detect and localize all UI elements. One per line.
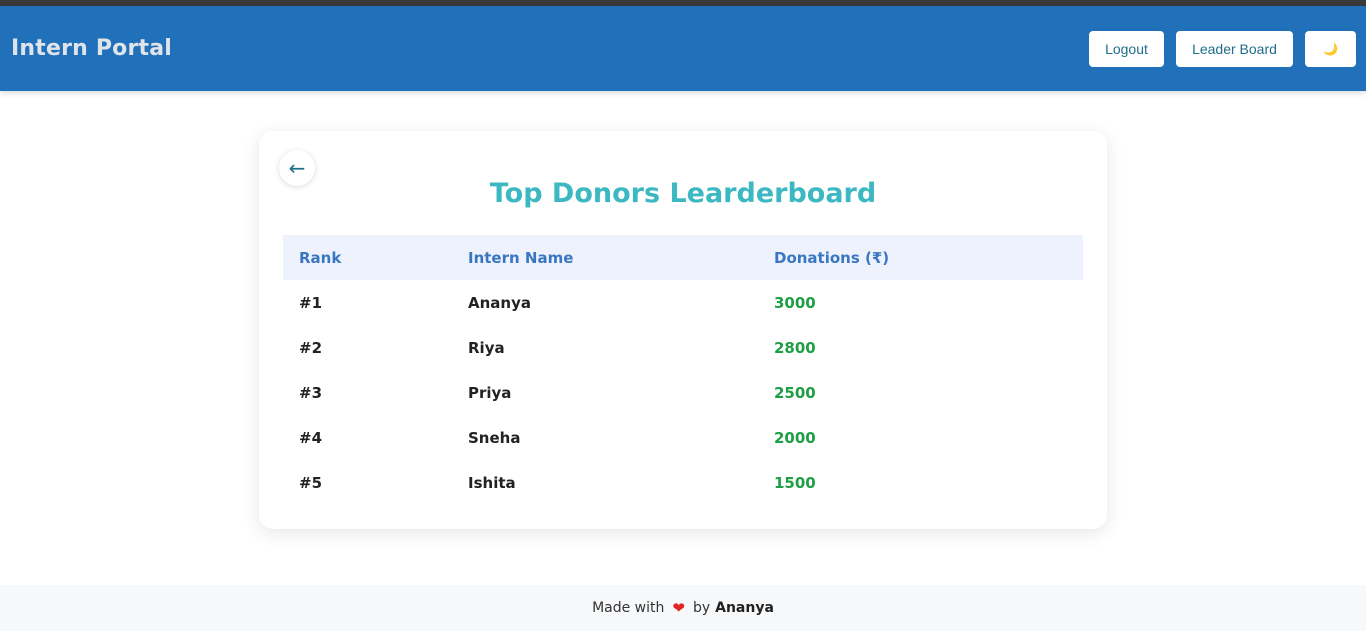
leaderboard-button[interactable]: Leader Board bbox=[1176, 31, 1293, 67]
theme-toggle-button[interactable]: 🌙 bbox=[1305, 31, 1356, 67]
page-title: Top Donors Learderboard bbox=[489, 178, 877, 209]
donation-cell: 1500 bbox=[774, 474, 816, 492]
leaderboard-card: ← Top Donors Learderboard Rank Intern Na… bbox=[259, 131, 1107, 529]
footer-by: by bbox=[692, 600, 711, 616]
table-row: #3 Priya 2500 bbox=[283, 370, 1083, 415]
table-row: #5 Ishita 1500 bbox=[283, 460, 1083, 505]
name-cell: Riya bbox=[468, 339, 505, 357]
donation-cell: 2500 bbox=[774, 384, 816, 402]
donation-cell: 2000 bbox=[774, 429, 816, 447]
column-header-donations: Donations (₹) bbox=[774, 249, 890, 267]
name-cell: Ananya bbox=[468, 294, 531, 312]
column-header-name: Intern Name bbox=[468, 249, 574, 267]
arrow-left-icon: ← bbox=[288, 156, 306, 180]
name-cell: Priya bbox=[468, 384, 512, 402]
name-cell: Ishita bbox=[468, 474, 516, 492]
table-row: #2 Riya 2800 bbox=[283, 325, 1083, 370]
logout-button[interactable]: Logout bbox=[1089, 31, 1164, 67]
column-header-rank: Rank bbox=[299, 249, 342, 267]
rank-cell: #4 bbox=[299, 429, 323, 447]
table-row: #4 Sneha 2000 bbox=[283, 415, 1083, 460]
rank-cell: #1 bbox=[299, 294, 323, 312]
moon-icon: 🌙 bbox=[1323, 42, 1338, 56]
rank-cell: #3 bbox=[299, 384, 323, 402]
footer: Made with ❤ by Ananya bbox=[0, 585, 1366, 631]
rank-cell: #5 bbox=[299, 474, 323, 492]
table-row: #1 Ananya 3000 bbox=[283, 280, 1083, 325]
footer-made-with: Made with bbox=[592, 600, 665, 616]
brand-title: Intern Portal bbox=[11, 36, 173, 61]
heart-icon: ❤ bbox=[672, 599, 685, 617]
donation-cell: 3000 bbox=[774, 294, 816, 312]
name-cell: Sneha bbox=[468, 429, 521, 447]
table-header: Rank Intern Name Donations (₹) bbox=[283, 235, 1083, 280]
footer-author: Ananya bbox=[715, 600, 774, 616]
navbar: Intern Portal Logout Leader Board 🌙 bbox=[0, 6, 1366, 91]
rank-cell: #2 bbox=[299, 339, 323, 357]
donation-cell: 2800 bbox=[774, 339, 816, 357]
